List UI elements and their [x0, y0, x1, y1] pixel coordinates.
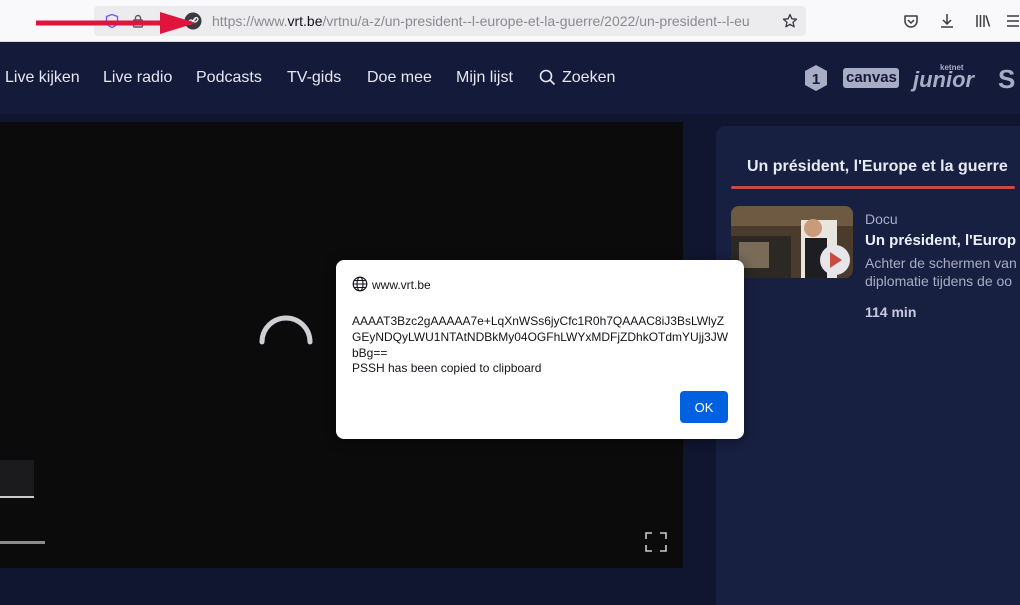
- episodes-panel: [716, 126, 1020, 605]
- episode-category: Docu: [865, 211, 898, 227]
- canvas-logo-text: canvas: [846, 69, 897, 86]
- ketnet-junior-logo[interactable]: junior: [913, 67, 974, 93]
- nav-zoeken[interactable]: Zoeken: [562, 69, 615, 87]
- episode-thumbnail[interactable]: [731, 206, 853, 278]
- url-text[interactable]: https://www.vrt.be/vrtnu/a-z/un-presiden…: [212, 13, 772, 29]
- active-tab-underline: [731, 186, 1015, 189]
- url-host: vrt.be: [287, 13, 323, 29]
- ok-button[interactable]: OK: [680, 391, 728, 423]
- episode-description-line-1: Achter de schermen van: [865, 255, 1017, 271]
- episode-duration: 114 min: [865, 304, 917, 320]
- nav-podcasts[interactable]: Podcasts: [196, 69, 262, 87]
- download-icon[interactable]: [938, 12, 956, 30]
- fullscreen-icon[interactable]: [645, 532, 667, 552]
- globe-icon: [352, 276, 368, 292]
- nav-mijn-lijst[interactable]: Mijn lijst: [456, 69, 513, 87]
- canvas-logo[interactable]: canvas: [843, 68, 899, 88]
- url-bar[interactable]: https://www.vrt.be/vrtnu/a-z/un-presiden…: [94, 6, 806, 36]
- loading-spinner-icon: [259, 315, 313, 345]
- episode-title[interactable]: Un président, l'Europ: [865, 232, 1016, 249]
- library-icon[interactable]: [974, 12, 992, 30]
- site-navigation: Live kijken Live radio Podcasts TV-gids …: [0, 42, 1020, 114]
- nav-live-kijken[interactable]: Live kijken: [5, 69, 80, 87]
- overflow-menu-icon[interactable]: [1004, 12, 1020, 30]
- alert-dialog: www.vrt.be AAAAT3Bzc2gAAAAA7e+LqXnWSs6jy…: [336, 260, 744, 439]
- nav-doe-mee[interactable]: Doe mee: [367, 69, 432, 87]
- een-logo-text: 1: [812, 71, 820, 88]
- player-control-overlay: [0, 460, 34, 498]
- url-prefix: https://www.: [212, 13, 288, 29]
- episode-thumbnail-image: [731, 206, 853, 278]
- url-path: /vrtnu/a-z/un-president--l-europe-et-la-…: [322, 13, 750, 29]
- sporza-logo[interactable]: S: [998, 64, 1015, 95]
- search-icon[interactable]: [539, 69, 556, 86]
- progress-bar[interactable]: [0, 541, 45, 544]
- episode-description: Achter de schermen van diplomatie tijden…: [865, 254, 1020, 290]
- pocket-icon[interactable]: [902, 12, 920, 30]
- pssh-value: AAAAT3Bzc2gAAAAA7e+LqXnWSs6jyCfc1R0h7QAA…: [352, 314, 729, 360]
- bookmark-star-icon[interactable]: [782, 13, 798, 29]
- nav-tv-gids[interactable]: TV-gids: [287, 69, 341, 87]
- dialog-message: PSSH has been copied to clipboard: [352, 361, 542, 375]
- episode-description-line-2: diplomatie tijdens de oo: [865, 273, 1013, 289]
- dialog-origin: www.vrt.be: [372, 278, 431, 292]
- een-logo[interactable]: 1: [803, 64, 829, 92]
- nav-live-radio[interactable]: Live radio: [103, 69, 172, 87]
- tab-series-title[interactable]: Un président, l'Europe et la guerre: [747, 158, 1008, 176]
- red-arrow-annotation: [36, 12, 196, 34]
